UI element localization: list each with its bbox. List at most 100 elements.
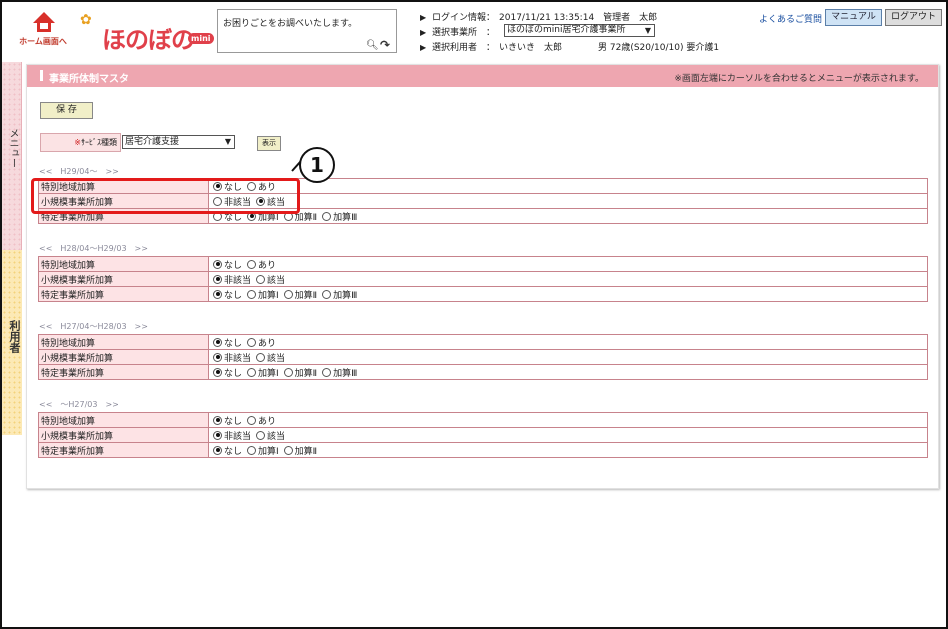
radio-group: なし あり — [208, 334, 928, 350]
main-panel: 事業所体制マスタ ※画面左端にカーソルを合わせるとメニューが表示されます。 保 … — [26, 64, 939, 489]
save-button[interactable]: 保 存 — [40, 102, 93, 119]
radio-option[interactable]: 加算Ⅰ — [245, 366, 279, 379]
radio-unchecked-icon[interactable] — [256, 352, 266, 362]
radio-unchecked-icon[interactable] — [256, 274, 266, 284]
manual-button[interactable]: マニュアル — [825, 9, 882, 26]
radio-checked-icon[interactable] — [213, 430, 222, 440]
addition-table: 特別地域加算 なし あり 小規模事業所加算 非該当 該当 特定事業所加算 なし 加算Ⅰ 加算Ⅱ — [38, 412, 928, 458]
radio-option-label: 加算Ⅰ — [258, 290, 279, 301]
logout-button[interactable]: ログアウト — [885, 9, 942, 26]
search-input[interactable]: お困りごとをお調べいたします。 🔍︎ ↷ — [217, 9, 397, 53]
radio-unchecked-icon[interactable] — [283, 289, 293, 299]
row-label: 特別地域加算 — [38, 334, 209, 350]
table-row: 特定事業所加算 なし 加算Ⅰ 加算Ⅱ — [38, 442, 928, 458]
home-label: ホーム画面へ — [19, 37, 67, 46]
triangle-right-icon: ▶ — [420, 13, 427, 22]
radio-unchecked-icon[interactable] — [247, 367, 257, 377]
radio-option[interactable]: 該当 — [254, 273, 285, 286]
service-type-select[interactable]: 居宅介護支援 ▼ — [122, 135, 235, 149]
radio-option-label: 加算Ⅱ — [294, 212, 318, 223]
radio-unchecked-icon[interactable] — [322, 211, 332, 221]
radio-option-label: 非該当 — [224, 353, 252, 364]
radio-option-label: 加算Ⅰ — [258, 446, 279, 457]
radio-checked-icon[interactable] — [213, 259, 222, 269]
radio-unchecked-icon[interactable] — [322, 367, 332, 377]
app-logo: ✿ ほのぼの mini — [76, 12, 214, 54]
radio-checked-icon[interactable] — [213, 337, 222, 347]
radio-option[interactable]: 加算Ⅲ — [320, 366, 357, 379]
radio-option[interactable]: 該当 — [254, 351, 285, 364]
faq-link[interactable]: よくあるご質問 — [759, 12, 822, 25]
radio-option-label: 非該当 — [224, 275, 252, 286]
row-label: 特定事業所加算 — [38, 364, 209, 380]
annotation-highlight-box — [31, 178, 300, 214]
radio-option[interactable]: 加算Ⅱ — [282, 288, 317, 301]
side-menu-tab[interactable]: メニュー — [2, 62, 22, 252]
radio-option[interactable]: なし — [211, 258, 242, 271]
radio-option[interactable]: 非該当 — [211, 429, 251, 442]
radio-option[interactable]: なし — [211, 414, 242, 427]
radio-unchecked-icon[interactable] — [256, 430, 266, 440]
radio-option-label: あり — [258, 338, 277, 349]
radio-option[interactable]: なし — [211, 336, 242, 349]
radio-option[interactable]: 加算Ⅰ — [245, 444, 279, 457]
radio-checked-icon[interactable] — [213, 289, 222, 299]
radio-option[interactable]: 該当 — [254, 429, 285, 442]
addition-table: 特別地域加算 なし あり 小規模事業所加算 非該当 該当 特定事業所加算 なし 加算Ⅰ 加算Ⅱ 加算… — [38, 256, 928, 302]
panel-title-bar: 事業所体制マスタ ※画面左端にカーソルを合わせるとメニューが表示されます。 — [27, 65, 938, 87]
logo-badge: mini — [188, 33, 214, 44]
show-button[interactable]: 表示 — [257, 136, 281, 151]
radio-unchecked-icon[interactable] — [283, 367, 293, 377]
radio-option[interactable]: 加算Ⅱ — [282, 366, 317, 379]
radio-option-label: 加算Ⅲ — [333, 290, 358, 301]
radio-unchecked-icon[interactable] — [322, 289, 332, 299]
radio-option-label: なし — [224, 290, 243, 301]
radio-option[interactable]: 非該当 — [211, 273, 251, 286]
table-row: 小規模事業所加算 非該当 該当 — [38, 271, 928, 287]
radio-unchecked-icon[interactable] — [247, 337, 257, 347]
radio-option[interactable]: 加算Ⅰ — [245, 288, 279, 301]
search-icon[interactable]: 🔍︎ — [366, 40, 379, 51]
table-row: 特別地域加算 なし あり — [38, 256, 928, 272]
radio-unchecked-icon[interactable] — [247, 259, 257, 269]
radio-option[interactable]: 加算Ⅲ — [320, 210, 357, 223]
title-marker — [40, 70, 43, 81]
radio-option-label: 加算Ⅱ — [294, 368, 318, 379]
radio-option[interactable]: 加算Ⅱ — [282, 444, 317, 457]
radio-option[interactable]: 加算Ⅲ — [320, 288, 357, 301]
radio-option[interactable]: あり — [245, 414, 276, 427]
home-button[interactable]: ホーム画面へ — [16, 10, 70, 50]
radio-option-label: 非該当 — [224, 431, 252, 442]
radio-option[interactable]: なし — [211, 288, 242, 301]
redo-arrow-icon[interactable]: ↷ — [380, 38, 390, 52]
office-label: 選択事業所 ： — [432, 28, 496, 38]
radio-checked-icon[interactable] — [213, 415, 222, 425]
side-user-tab[interactable]: 利用者 — [2, 250, 22, 435]
row-label: 特別地域加算 — [38, 412, 209, 428]
radio-unchecked-icon[interactable] — [247, 289, 257, 299]
radio-group: なし あり — [208, 256, 928, 272]
home-icon-body — [37, 23, 51, 32]
radio-unchecked-icon[interactable] — [247, 415, 257, 425]
radio-unchecked-icon[interactable] — [283, 445, 293, 455]
radio-option[interactable]: あり — [245, 258, 276, 271]
radio-option[interactable]: 非該当 — [211, 351, 251, 364]
user-value: いきいき 太郎 男 72歳(S20/10/10) 要介護1 — [499, 43, 720, 53]
office-select-value: ほのぼのmini居宅介護事業所 — [507, 25, 626, 35]
radio-checked-icon[interactable] — [213, 274, 222, 284]
table-row: 小規模事業所加算 非該当 該当 — [38, 349, 928, 365]
office-select[interactable]: ほのぼのmini居宅介護事業所 ▼ — [504, 24, 655, 37]
radio-checked-icon[interactable] — [213, 352, 222, 362]
radio-option-label: 該当 — [267, 353, 286, 364]
table-row: 小規模事業所加算 非該当 該当 — [38, 427, 928, 443]
radio-option[interactable]: なし — [211, 366, 242, 379]
radio-option[interactable]: なし — [211, 444, 242, 457]
radio-checked-icon[interactable] — [213, 367, 222, 377]
radio-checked-icon[interactable] — [213, 445, 222, 455]
radio-unchecked-icon[interactable] — [247, 445, 257, 455]
radio-option[interactable]: あり — [245, 336, 276, 349]
radio-option-label: なし — [224, 260, 243, 271]
period-header: << H29/04～ >> — [39, 167, 119, 176]
radio-group: 非該当 該当 — [208, 427, 928, 443]
side-menu-label: メニュー — [7, 128, 18, 168]
